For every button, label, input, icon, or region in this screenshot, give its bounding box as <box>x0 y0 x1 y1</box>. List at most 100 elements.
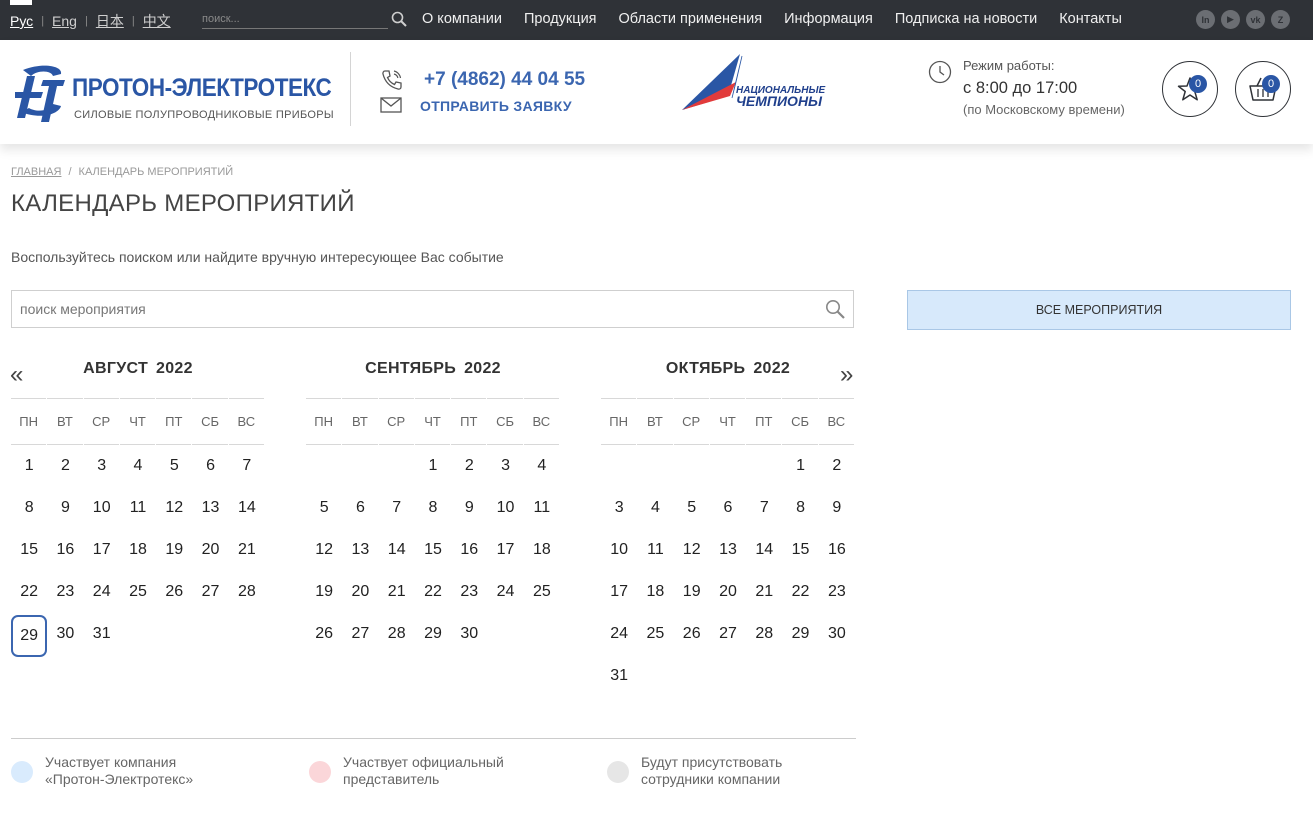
day-cell[interactable]: 31 <box>84 613 120 655</box>
day-cell[interactable]: 1 <box>11 445 47 487</box>
day-cell[interactable]: 20 <box>342 571 378 613</box>
nav-about[interactable]: О компании <box>422 11 502 27</box>
phone-number[interactable]: +7 (4862) 44 04 55 <box>424 69 585 91</box>
day-cell[interactable]: 15 <box>415 529 451 571</box>
day-cell[interactable]: 5 <box>306 487 342 529</box>
top-search-input[interactable] <box>202 10 388 29</box>
favorites-button[interactable]: 0 <box>1162 61 1218 117</box>
day-cell[interactable]: 27 <box>710 613 746 655</box>
day-cell[interactable]: 9 <box>819 487 855 529</box>
day-cell[interactable]: 17 <box>487 529 523 571</box>
nav-applications[interactable]: Области применения <box>619 11 763 27</box>
breadcrumb-home[interactable]: ГЛАВНАЯ <box>11 166 61 178</box>
day-cell[interactable]: 12 <box>156 487 192 529</box>
day-cell[interactable]: 19 <box>306 571 342 613</box>
nav-subscribe[interactable]: Подписка на новости <box>895 11 1037 27</box>
day-cell[interactable]: 12 <box>674 529 710 571</box>
day-cell[interactable]: 2 <box>451 445 487 487</box>
day-cell[interactable]: 30 <box>451 613 487 655</box>
day-cell[interactable]: 29 <box>415 613 451 655</box>
day-cell[interactable]: 20 <box>710 571 746 613</box>
day-cell[interactable]: 10 <box>601 529 637 571</box>
day-cell[interactable]: 27 <box>342 613 378 655</box>
day-cell[interactable]: 3 <box>487 445 523 487</box>
day-cell[interactable]: 3 <box>84 445 120 487</box>
day-cell[interactable]: 26 <box>156 571 192 613</box>
day-cell[interactable]: 25 <box>120 571 156 613</box>
day-cell[interactable]: 16 <box>47 529 83 571</box>
day-cell[interactable]: 23 <box>451 571 487 613</box>
day-cell[interactable]: 8 <box>415 487 451 529</box>
day-cell[interactable]: 16 <box>451 529 487 571</box>
day-cell[interactable]: 18 <box>120 529 156 571</box>
day-cell[interactable]: 19 <box>674 571 710 613</box>
day-cell[interactable]: 20 <box>192 529 228 571</box>
day-cell[interactable]: 28 <box>379 613 415 655</box>
day-cell[interactable]: 9 <box>47 487 83 529</box>
day-cell[interactable]: 14 <box>229 487 265 529</box>
day-cell[interactable]: 25 <box>524 571 560 613</box>
logo-title[interactable]: ПРОТОН-ЭЛЕКТРОТЕКС <box>72 74 332 103</box>
day-cell[interactable]: 24 <box>487 571 523 613</box>
day-cell[interactable]: 14 <box>746 529 782 571</box>
day-cell[interactable]: 1 <box>415 445 451 487</box>
day-cell[interactable]: 24 <box>84 571 120 613</box>
day-cell[interactable]: 21 <box>229 529 265 571</box>
day-cell[interactable]: 18 <box>524 529 560 571</box>
day-cell[interactable]: 7 <box>229 445 265 487</box>
day-cell[interactable]: 25 <box>637 613 673 655</box>
lang-cn[interactable]: 中文 <box>143 11 171 31</box>
day-cell[interactable]: 10 <box>84 487 120 529</box>
day-cell[interactable]: 6 <box>192 445 228 487</box>
event-search-input[interactable] <box>12 291 812 327</box>
day-cell[interactable]: 23 <box>47 571 83 613</box>
day-cell[interactable]: 13 <box>342 529 378 571</box>
day-cell[interactable]: 21 <box>746 571 782 613</box>
day-cell[interactable]: 5 <box>156 445 192 487</box>
send-request-link[interactable]: ОТПРАВИТЬ ЗАЯВКУ <box>420 98 572 114</box>
day-cell[interactable]: 9 <box>451 487 487 529</box>
day-cell[interactable]: 14 <box>379 529 415 571</box>
day-cell[interactable]: 29 <box>782 613 818 655</box>
day-cell[interactable]: 24 <box>601 613 637 655</box>
day-cell[interactable]: 18 <box>637 571 673 613</box>
day-cell[interactable]: 3 <box>601 487 637 529</box>
day-cell[interactable]: 26 <box>674 613 710 655</box>
day-cell[interactable]: 13 <box>192 487 228 529</box>
day-cell[interactable]: 7 <box>746 487 782 529</box>
nav-information[interactable]: Информация <box>784 11 873 27</box>
search-icon[interactable] <box>391 11 407 32</box>
day-cell[interactable]: 5 <box>674 487 710 529</box>
day-cell-today[interactable]: 29 <box>11 615 48 657</box>
logo-mark-icon[interactable] <box>13 62 65 124</box>
day-cell[interactable]: 22 <box>782 571 818 613</box>
day-cell[interactable]: 11 <box>637 529 673 571</box>
nav-products[interactable]: Продукция <box>524 11 597 27</box>
day-cell[interactable]: 12 <box>306 529 342 571</box>
day-cell[interactable]: 22 <box>11 571 47 613</box>
lang-en[interactable]: Eng <box>52 13 77 29</box>
day-cell[interactable]: 17 <box>601 571 637 613</box>
day-cell[interactable]: 16 <box>819 529 855 571</box>
day-cell[interactable]: 30 <box>47 613 83 655</box>
all-events-button[interactable]: ВСЕ МЕРОПРИЯТИЯ <box>907 290 1291 330</box>
day-cell[interactable]: 7 <box>379 487 415 529</box>
day-cell[interactable]: 23 <box>819 571 855 613</box>
day-cell[interactable]: 10 <box>487 487 523 529</box>
day-cell[interactable]: 28 <box>746 613 782 655</box>
day-cell[interactable]: 26 <box>306 613 342 655</box>
day-cell[interactable]: 4 <box>637 487 673 529</box>
day-cell[interactable]: 15 <box>11 529 47 571</box>
day-cell[interactable]: 15 <box>782 529 818 571</box>
day-cell[interactable]: 2 <box>819 445 855 487</box>
day-cell[interactable]: 13 <box>710 529 746 571</box>
day-cell[interactable]: 8 <box>11 487 47 529</box>
lang-ru[interactable]: Рус <box>10 13 33 29</box>
day-cell[interactable]: 11 <box>120 487 156 529</box>
cart-button[interactable]: 0 <box>1235 61 1291 117</box>
day-cell[interactable]: 27 <box>192 571 228 613</box>
day-cell[interactable]: 21 <box>379 571 415 613</box>
day-cell[interactable]: 30 <box>819 613 855 655</box>
day-cell[interactable]: 4 <box>120 445 156 487</box>
day-cell[interactable]: 6 <box>710 487 746 529</box>
